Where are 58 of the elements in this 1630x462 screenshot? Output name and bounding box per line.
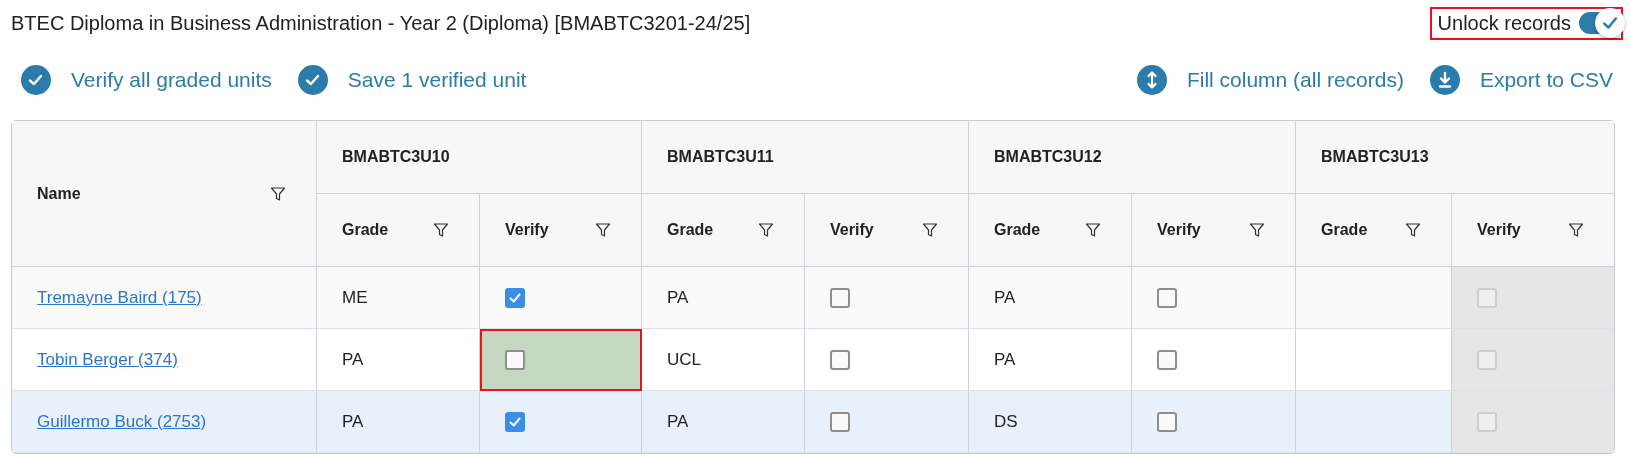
unit-header: BMABTC3U13 [1296,121,1615,194]
unit-header: BMABTC3U11 [642,121,969,194]
column-header-label: Grade [994,221,1041,239]
verify-checkbox[interactable] [830,411,850,432]
grade-text: UCL [667,349,702,369]
grade-text: DS [994,411,1018,431]
filter-icon[interactable] [1405,222,1422,238]
grade-text: PA [994,349,1016,369]
check-circle-icon [297,65,328,95]
verify-checkbox[interactable] [505,349,525,370]
toolbar-action-button[interactable]: Fill column (all records) [1136,65,1404,95]
table-row[interactable]: Tremayne Baird (175) ME PA PA [12,267,1615,329]
filter-icon[interactable] [922,222,938,238]
column-header-label: Verify [505,221,549,239]
toolbar-action-button[interactable]: Save 1 verified unit [297,65,527,95]
column-header-label: Name [37,184,81,203]
filter-icon[interactable] [270,185,286,202]
table-row[interactable]: Tobin Berger (374) PA UCL PA [12,329,1615,391]
download-icon [1429,65,1460,95]
verify-checkbox[interactable] [505,411,525,432]
column-header-label: Grade [667,221,714,239]
check-icon [508,414,522,429]
grade-text: PA [342,411,364,431]
filter-icon[interactable] [433,222,449,238]
verify-checkbox[interactable] [830,349,850,370]
column-header-label: Verify [1157,221,1201,239]
student-link[interactable]: Tobin Berger (374) [37,349,178,369]
table-row[interactable]: Guillermo Buck (2753) PA PA DS [12,391,1615,453]
grade-text: PA [667,287,689,307]
verify-checkbox[interactable] [830,287,850,308]
page-title: BTEC Diploma in Business Administration - Year 2 (Diploma) [BMABTC3201-24/25] [11,11,751,35]
grade-text: ME [342,287,368,307]
column-header-label: Verify [1477,221,1521,239]
check-circle-icon [21,65,51,95]
verify-checkbox[interactable] [1157,287,1177,308]
verify-checkbox[interactable] [1157,411,1177,432]
check-icon [1601,14,1619,32]
verify-checkbox[interactable] [1157,349,1177,370]
toolbar-action-button[interactable]: Export to CSV [1429,65,1613,95]
filter-icon[interactable] [758,222,774,238]
grade-text: PA [994,287,1016,307]
student-link[interactable]: Tremayne Baird (175) [37,287,202,307]
student-link[interactable]: Guillermo Buck (2753) [37,411,207,431]
toolbar-action-button[interactable]: Verify all graded units [21,65,272,95]
unlock-records-toggle[interactable]: Unlock records [1429,6,1623,40]
check-icon [508,290,522,305]
grade-text: PA [342,349,364,369]
column-header-label: Grade [342,221,389,239]
filter-icon[interactable] [1568,222,1585,238]
filter-icon[interactable] [595,222,611,238]
grade-text: PA [667,411,689,431]
verify-checkbox[interactable] [505,287,525,308]
unit-header: BMABTC3U12 [969,121,1297,194]
filter-icon[interactable] [1249,222,1266,238]
column-header-label: Verify [830,221,874,239]
column-header-label: Grade [1321,221,1368,239]
unit-header: BMABTC3U10 [317,121,642,194]
filter-icon[interactable] [1085,222,1101,238]
